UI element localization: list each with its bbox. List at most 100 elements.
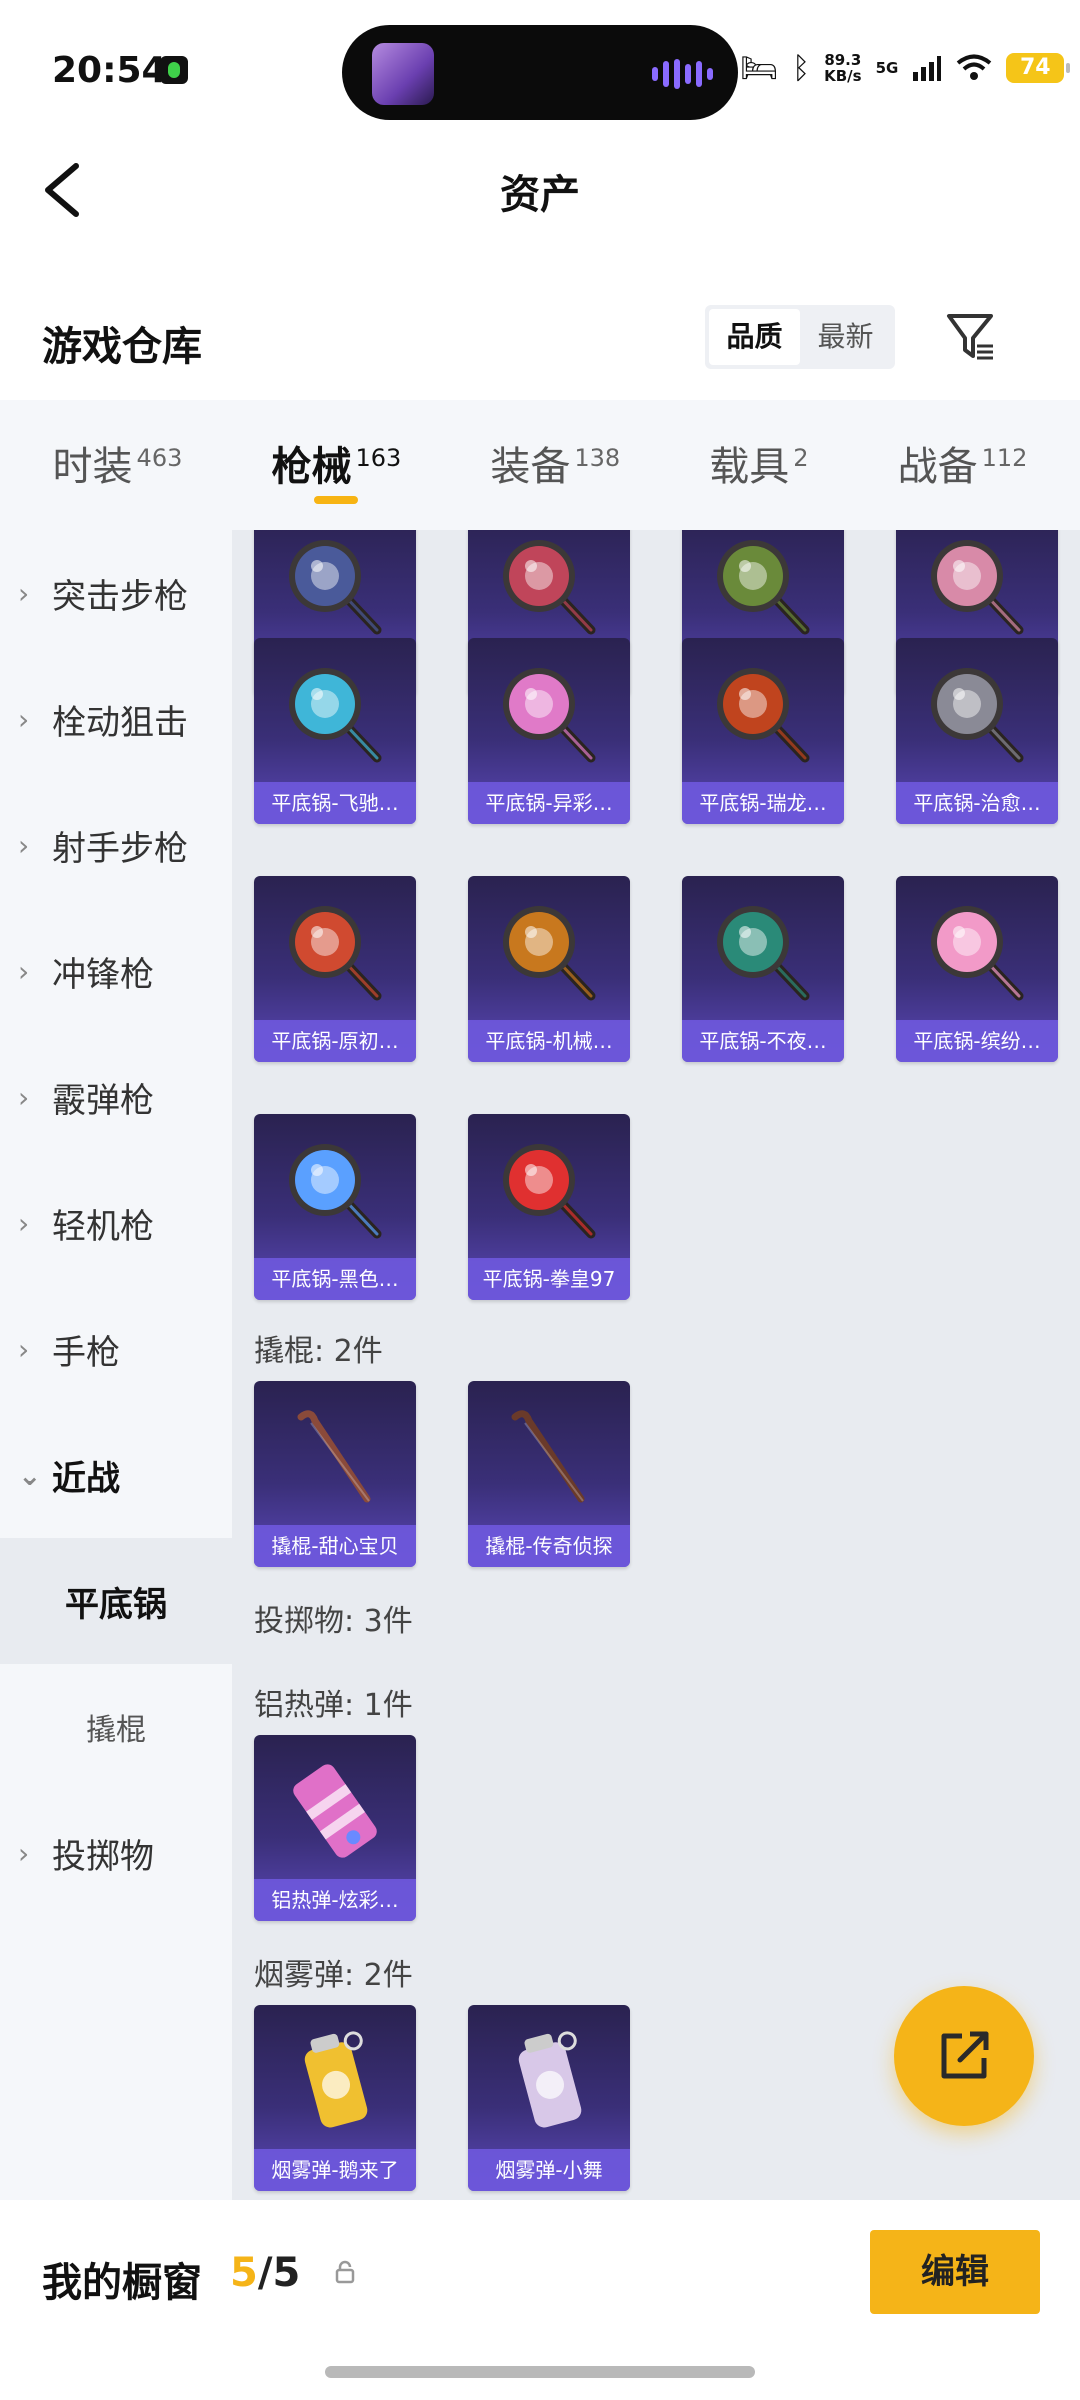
sidebar-item-label: 冲锋枪 [52, 954, 154, 995]
sort-newest-button[interactable]: 最新 [800, 309, 891, 365]
sidebar-item-label: 手枪 [52, 1332, 120, 1373]
item-card-label: 平底锅-异彩… [468, 782, 630, 824]
sidebar-item-shotgun[interactable]: › 霰弹枪 [0, 1034, 232, 1160]
item-card[interactable]: 撬棍-甜心宝贝 [254, 1381, 416, 1567]
tab-equipment[interactable]: 装备 138 [490, 400, 620, 530]
item-card[interactable]: 烟雾弹-小舞 [468, 2005, 630, 2191]
sidebar-item-bolt-sniper[interactable]: › 栓动狙击 [0, 656, 232, 782]
pan-icon [281, 1136, 389, 1244]
pan-icon [495, 1136, 603, 1244]
pan-icon [923, 660, 1031, 768]
item-card-label: 烟雾弹-小舞 [468, 2149, 630, 2191]
chevron-right-icon: › [18, 954, 30, 988]
dynamic-island[interactable] [342, 25, 738, 120]
sidebar-item-assault-rifle[interactable]: › 突击步枪 [0, 530, 232, 656]
wifi-icon [957, 54, 992, 80]
thermite-icon [281, 1757, 389, 1865]
sort-toggle: 品质 最新 [705, 305, 895, 369]
chevron-right-icon: › [18, 1836, 30, 1870]
bed-icon: 🛏 [740, 50, 779, 86]
showcase-count: 5/5 [230, 2250, 300, 2296]
item-card[interactable]: 平底锅-黑色… [254, 1114, 416, 1300]
item-card[interactable]: 平底锅-拳皇97 [468, 1114, 630, 1300]
item-card[interactable]: 平底锅-治愈… [896, 638, 1058, 824]
app-notification-icon [160, 56, 188, 84]
share-button[interactable] [894, 1986, 1034, 2126]
tab-fashion[interactable]: 时装 463 [53, 400, 183, 530]
smoke-icon [495, 2027, 603, 2135]
audio-wave-icon [652, 59, 713, 89]
item-card[interactable]: 铝热弹-炫彩… [254, 1735, 416, 1921]
item-card[interactable]: 平底锅-缤纷… [896, 876, 1058, 1062]
item-card[interactable]: 平底锅-机械… [468, 876, 630, 1062]
tab-firearms[interactable]: 枪械 163 [271, 400, 401, 530]
sort-quality-button[interactable]: 品质 [709, 309, 800, 365]
sidebar-item-label: 射手步枪 [52, 828, 188, 869]
tab-label: 时装 [52, 444, 133, 490]
item-card-label: 平底锅-机械… [468, 1020, 630, 1062]
section-label-smoke: 烟雾弹: 2件 [254, 1958, 413, 1993]
chevron-right-icon: › [18, 576, 30, 610]
sidebar-item-label: 撬棍 [86, 1713, 146, 1748]
net-speed-unit: KB/s [824, 67, 862, 85]
sidebar-item-label: 霰弹枪 [52, 1080, 154, 1121]
tab-label: 载具 [709, 444, 790, 490]
pan-icon [495, 532, 603, 640]
pan-icon [923, 532, 1031, 640]
pan-icon [281, 660, 389, 768]
pan-icon [709, 898, 817, 1006]
filter-button[interactable] [935, 302, 1005, 372]
item-card-label: 平底锅-拳皇97 [468, 1258, 630, 1300]
signal-icon [913, 56, 942, 81]
home-indicator[interactable] [325, 2366, 755, 2378]
category-tabs: 时装 463 枪械 163 装备 138 载具 2 战备 112 [0, 400, 1080, 530]
network-type: 5G [875, 59, 899, 77]
tab-supplies[interactable]: 战备 112 [898, 400, 1028, 530]
item-card[interactable]: 平底锅-异彩… [468, 638, 630, 824]
item-card-label: 撬棍-甜心宝贝 [254, 1525, 416, 1567]
tab-label: 枪械 [271, 444, 352, 490]
sidebar-item-marksman-rifle[interactable]: › 射手步枪 [0, 782, 232, 908]
sidebar-subitem-crowbar[interactable]: 撬棍 [0, 1664, 232, 1790]
tab-count: 112 [981, 443, 1028, 472]
sidebar-item-melee[interactable]: ⌄ 近战 [0, 1412, 232, 1538]
bluetooth-icon: ᛒ [792, 50, 811, 86]
sidebar-item-smg[interactable]: › 冲锋枪 [0, 908, 232, 1034]
tab-count: 2 [793, 443, 809, 472]
chevron-right-icon: › [18, 702, 30, 736]
chevron-right-icon: › [18, 828, 30, 862]
item-card-label: 平底锅-飞驰… [254, 782, 416, 824]
item-card[interactable]: 烟雾弹-鹅来了 [254, 2005, 416, 2191]
item-card[interactable]: 平底锅-瑞龙… [682, 638, 844, 824]
weapon-category-sidebar: › 突击步枪 › 栓动狙击 › 射手步枪 › 冲锋枪 › 霰弹枪 › 轻机枪 › 手枪 ⌄ 近战… [0, 530, 232, 2200]
pan-icon [281, 898, 389, 1006]
item-card[interactable]: 撬棍-传奇侦探 [468, 1381, 630, 1567]
item-card[interactable]: 平底锅-不夜… [682, 876, 844, 1062]
sidebar-item-label: 突击步枪 [52, 576, 188, 617]
sidebar-item-label: 平底锅 [65, 1584, 167, 1625]
item-card[interactable]: 平底锅-飞驰… [254, 638, 416, 824]
lock-icon [335, 2260, 355, 2284]
tab-count: 163 [355, 443, 402, 472]
tab-count: 138 [574, 443, 621, 472]
item-card-label: 烟雾弹-鹅来了 [254, 2149, 416, 2191]
sidebar-item-label: 轻机枪 [52, 1206, 154, 1247]
sidebar-item-pistol[interactable]: › 手枪 [0, 1286, 232, 1412]
item-card-label: 平底锅-缤纷… [896, 1020, 1058, 1062]
sidebar-subitem-pan[interactable]: 平底锅 [0, 1538, 232, 1664]
sidebar-item-throwables[interactable]: › 投掷物 [0, 1790, 232, 1916]
sidebar-item-lmg[interactable]: › 轻机枪 [0, 1160, 232, 1286]
item-card[interactable]: 平底锅-原初… [254, 876, 416, 1062]
showcase-used: 5 [230, 2250, 258, 2296]
tab-label: 战备 [897, 444, 978, 490]
page-header: 资产 [0, 140, 1080, 240]
showcase-total: /5 [257, 2250, 301, 2296]
chevron-right-icon: › [18, 1206, 30, 1240]
tab-count: 463 [136, 443, 183, 472]
item-card-label: 平底锅-黑色… [254, 1258, 416, 1300]
showcase-bar: 我的橱窗 5/5 编辑 [0, 2200, 1080, 2400]
tab-vehicles[interactable]: 载具 2 [709, 400, 808, 530]
section-label-crowbar: 撬棍: 2件 [254, 1334, 383, 1369]
edit-button[interactable]: 编辑 [870, 2230, 1040, 2314]
item-grid: 撬棍: 2件 投掷物: 3件 铝热弹: 1件 烟雾弹: 2件 平底锅-霁蓝…平底… [232, 530, 1080, 2200]
